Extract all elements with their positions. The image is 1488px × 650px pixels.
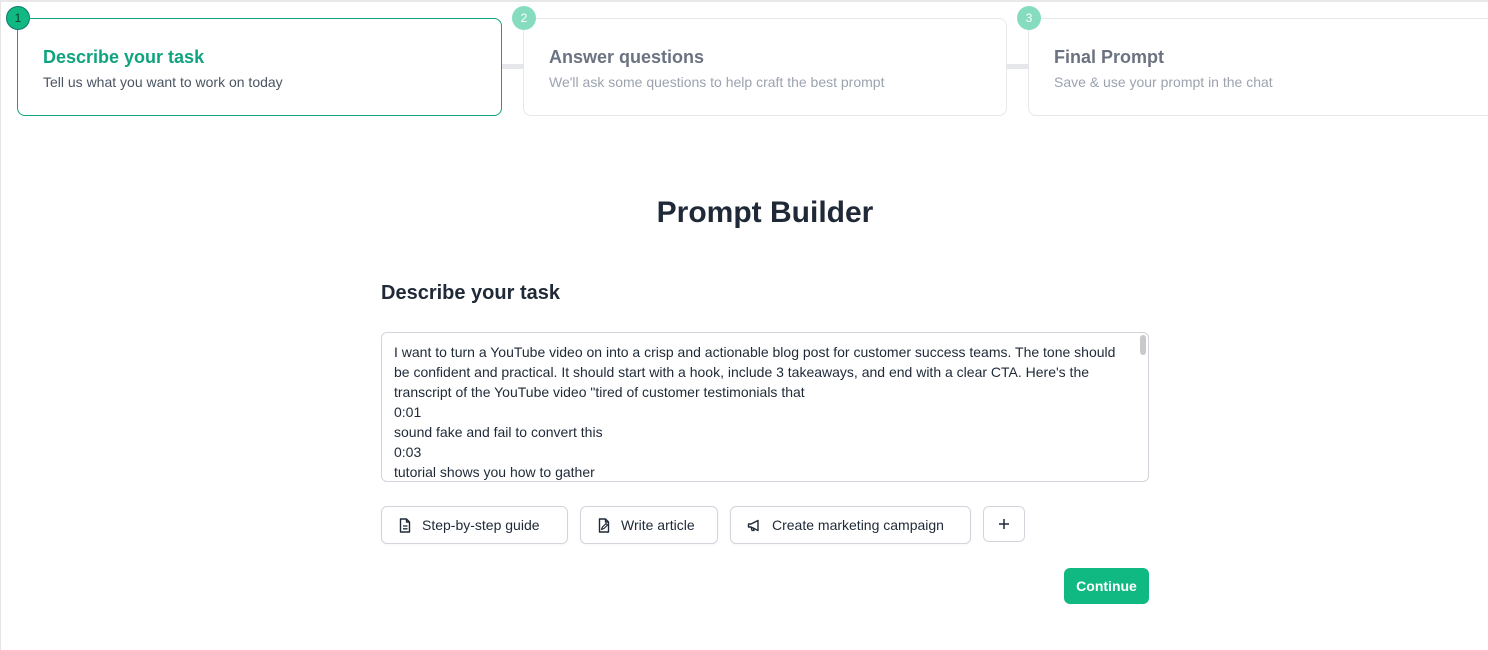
step-title: Final Prompt bbox=[1054, 47, 1165, 67]
step-title: Answer questions bbox=[549, 47, 705, 67]
step-connector bbox=[1006, 64, 1030, 69]
step-connector bbox=[501, 64, 525, 69]
step-subtitle: Save & use your prompt in the chat bbox=[1054, 74, 1273, 90]
plus-icon bbox=[999, 519, 1009, 529]
create-marketing-campaign-button[interactable]: Create marketing campaign bbox=[730, 506, 971, 544]
section-title: Describe your task bbox=[381, 282, 560, 304]
continue-button[interactable]: Continue bbox=[1064, 568, 1149, 604]
write-article-button[interactable]: Write article bbox=[580, 506, 718, 544]
step-number-badge: 1 bbox=[6, 6, 30, 30]
top-divider bbox=[0, 0, 1488, 2]
step-title: Describe your task bbox=[43, 47, 205, 67]
task-input-container: I want to turn a YouTube video on into a… bbox=[381, 332, 1149, 482]
document-icon bbox=[399, 517, 411, 533]
step-describe-task[interactable]: Describe your task Tell us what you want… bbox=[17, 18, 502, 116]
step-by-step-guide-button[interactable]: Step-by-step guide bbox=[381, 506, 568, 544]
page-title: Prompt Builder bbox=[656, 196, 874, 229]
step-number-badge: 3 bbox=[1017, 6, 1041, 30]
chip-label: Write article bbox=[621, 517, 695, 533]
add-template-button[interactable] bbox=[983, 506, 1025, 542]
step-final-prompt[interactable]: Final Prompt Save & use your prompt in t… bbox=[1028, 18, 1488, 116]
left-divider bbox=[0, 0, 1, 650]
chip-label: Create marketing campaign bbox=[772, 517, 944, 533]
megaphone-icon bbox=[747, 519, 759, 531]
step-answer-questions[interactable]: Answer questions We'll ask some question… bbox=[523, 18, 1007, 116]
edit-document-icon bbox=[598, 517, 610, 533]
step-subtitle: We'll ask some questions to help craft t… bbox=[549, 74, 885, 90]
task-description-input[interactable]: I want to turn a YouTube video on into a… bbox=[382, 333, 1142, 481]
scrollbar-thumb[interactable] bbox=[1140, 335, 1146, 355]
chip-label: Step-by-step guide bbox=[422, 517, 540, 533]
step-subtitle: Tell us what you want to work on today bbox=[43, 74, 283, 90]
step-number-badge: 2 bbox=[512, 6, 536, 30]
